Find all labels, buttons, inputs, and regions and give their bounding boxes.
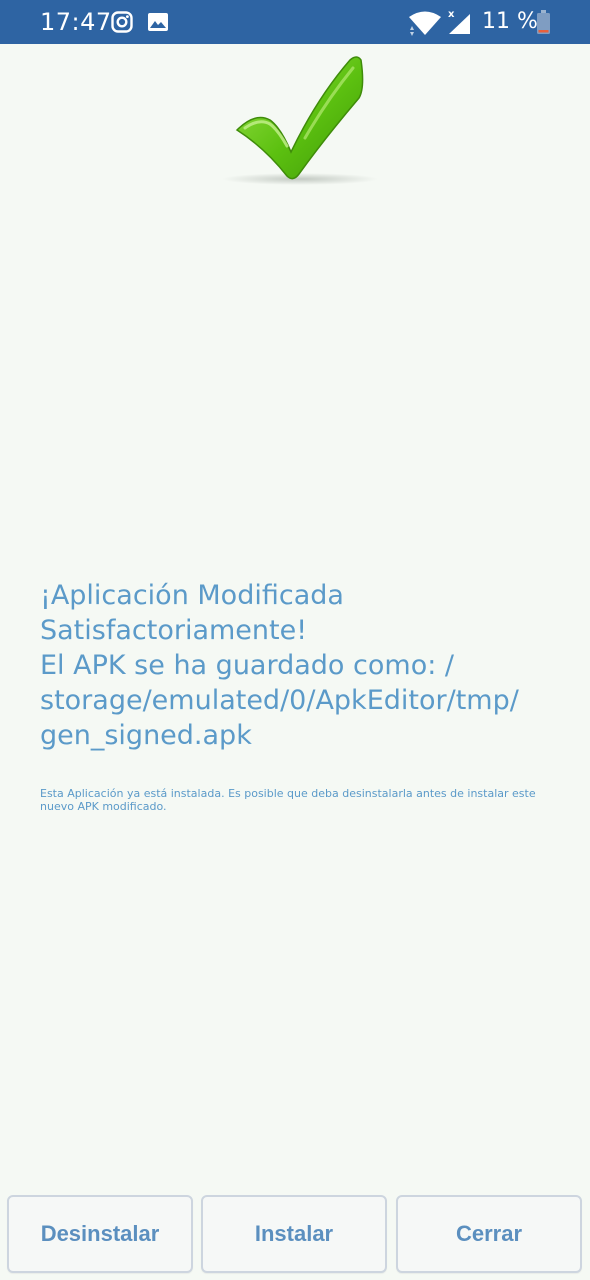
install-button[interactable]: Instalar: [201, 1195, 387, 1273]
status-time: 17:47: [40, 8, 112, 36]
message-line: Satisfactoriamente!: [40, 615, 308, 646]
uninstall-button[interactable]: Desinstalar: [7, 1195, 193, 1273]
message-line: gen_signed.apk: [40, 720, 252, 751]
wifi-icon: [409, 11, 441, 36]
battery-icon: [537, 10, 550, 34]
close-button[interactable]: Cerrar: [396, 1195, 582, 1273]
installed-note: Esta Aplicación ya está instalada. Es po…: [40, 787, 536, 813]
battery-percentage: 11 %: [482, 9, 538, 34]
checkmark-icon: [222, 56, 378, 185]
status-bar: 17:47 x 11 %: [0, 0, 590, 44]
image-icon: [148, 13, 168, 31]
signal-icon: x: [448, 9, 470, 34]
instagram-icon: [111, 11, 133, 33]
success-message: ¡Aplicación Modificada Satisfactoriament…: [40, 578, 560, 753]
message-line: ¡Aplicación Modificada: [40, 580, 344, 611]
svg-text:x: x: [448, 9, 455, 20]
message-line: storage/emulated/0/ApkEditor/tmp/: [40, 685, 519, 716]
message-line: El APK se ha guardado como: /: [40, 650, 454, 681]
